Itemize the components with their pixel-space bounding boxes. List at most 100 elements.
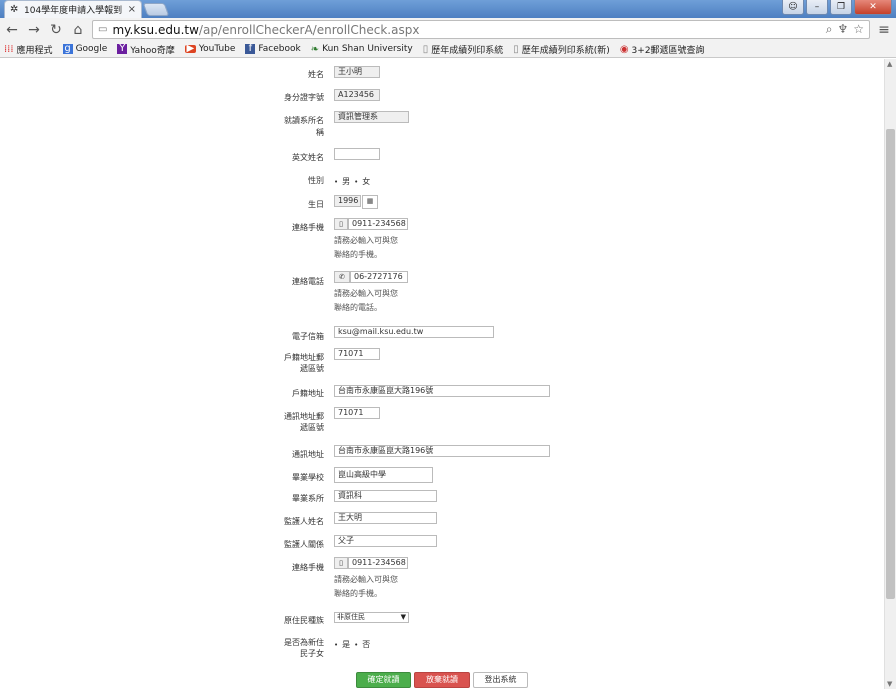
guardian-mobile-field[interactable]: 0911-234568 bbox=[348, 557, 408, 569]
new-immigrant-label: 是否為新住民子女 bbox=[284, 638, 324, 658]
department-label: 就讀系所名稱 bbox=[284, 116, 324, 137]
address-bar[interactable]: ▭ my.ksu.edu.tw/ap/enrollCheckerA/enroll… bbox=[92, 20, 870, 39]
google-icon: g bbox=[62, 43, 73, 54]
forward-arrow-icon[interactable]: → bbox=[26, 22, 42, 38]
aboriginal-label: 原住民種族 bbox=[284, 616, 324, 625]
name-field[interactable]: 王小明 bbox=[334, 66, 380, 78]
grad-dept-field[interactable]: 資訊科 bbox=[334, 490, 437, 502]
round-icon: ◉ bbox=[619, 43, 629, 55]
scroll-up-arrow-icon[interactable]: ▲ bbox=[887, 60, 892, 68]
give-up-enroll-button[interactable]: 放棄就讀 bbox=[414, 672, 470, 688]
guardian-name-field[interactable]: 王大明 bbox=[334, 512, 437, 524]
youtube-icon: ▶ bbox=[184, 43, 196, 54]
phone-label: 連絡電話 bbox=[292, 277, 324, 286]
bookmark-grades[interactable]: ▯ 歷年成績列印系統 bbox=[423, 43, 504, 56]
page-viewport: 姓名 王小明 身分證字號 A123456 就讀系所名稱 資訊管理系 英文姓名 性… bbox=[0, 59, 884, 689]
radio-female-icon[interactable]: • bbox=[354, 176, 358, 188]
aboriginal-select[interactable]: 非原住民 ▼ bbox=[334, 612, 409, 623]
reg-zip-field[interactable]: 71071 bbox=[334, 348, 380, 360]
bookmark-youtube[interactable]: ▶ YouTube bbox=[184, 43, 235, 54]
bookmark-zipcode[interactable]: ◉ 3+2郵遞區號查詢 bbox=[620, 43, 705, 56]
radio-yes-icon[interactable]: • bbox=[334, 639, 338, 651]
reg-address-label: 戶籍地址 bbox=[292, 389, 324, 398]
mail-address-field[interactable]: 台南市永康區崑大路196號 bbox=[334, 445, 550, 457]
pin-icon[interactable]: ♆ bbox=[837, 22, 848, 37]
guardian-mobile-phone-icon: ▯ bbox=[334, 557, 348, 569]
dropdown-caret-icon: ▼ bbox=[400, 613, 406, 621]
bookmark-google[interactable]: g Google bbox=[62, 43, 107, 54]
telephone-icon: ✆ bbox=[334, 271, 350, 283]
english-name-label: 英文姓名 bbox=[292, 153, 324, 162]
guardian-mobile-hint-1: 請務必輸入可與您 bbox=[334, 575, 398, 584]
logout-button[interactable]: 登出系統 bbox=[473, 672, 528, 688]
minimize-icon[interactable]: – bbox=[806, 0, 828, 15]
window-controls: ☺ – ❐ ✕ bbox=[782, 0, 892, 15]
birthday-field[interactable]: 1996 bbox=[334, 195, 361, 207]
reload-icon[interactable]: ↻ bbox=[48, 22, 64, 38]
bookmark-yahoo[interactable]: Y Yahoo奇摩 bbox=[117, 43, 175, 56]
mobile-phone-icon: ▯ bbox=[334, 218, 348, 230]
bookmark-facebook[interactable]: f Facebook bbox=[245, 44, 301, 54]
home-icon[interactable]: ⌂ bbox=[70, 22, 86, 38]
bookmark-apps[interactable]: ⁞⁞⁞ 應用程式 bbox=[4, 43, 53, 56]
mobile-field[interactable]: 0911-234568 bbox=[348, 218, 408, 230]
flower-favicon-icon: ✲ bbox=[10, 3, 19, 15]
calendar-icon[interactable]: ▦ bbox=[362, 195, 378, 209]
browser-tab[interactable]: ✲ 104學年度申請入學報到 × bbox=[4, 0, 142, 18]
back-arrow-icon[interactable]: ← bbox=[4, 22, 20, 38]
radio-no-icon[interactable]: • bbox=[354, 639, 358, 651]
menu-icon[interactable]: ≡ bbox=[876, 22, 892, 38]
guardian-mobile-hint-2: 聯絡的手機。 bbox=[334, 589, 382, 598]
page-info-icon[interactable]: ▭ bbox=[98, 24, 107, 35]
star-bookmark-icon[interactable]: ☆ bbox=[853, 22, 864, 37]
facebook-icon: f bbox=[245, 44, 256, 54]
browser-toolbar: ← → ↻ ⌂ ▭ my.ksu.edu.tw/ap/enrollChecker… bbox=[0, 18, 896, 41]
mail-zip-field[interactable]: 71071 bbox=[334, 407, 380, 419]
id-number-field[interactable]: A123456 bbox=[334, 89, 380, 101]
scroll-down-arrow-icon[interactable]: ▼ bbox=[887, 680, 892, 688]
email-label: 電子信箱 bbox=[292, 332, 324, 341]
gender-radio-group: • 男 • 女 bbox=[334, 176, 371, 188]
tab-title: 104學年度申請入學報到 bbox=[24, 6, 123, 16]
new-immigrant-radio-group: • 是 • 否 bbox=[334, 639, 371, 651]
email-field[interactable]: ksu@mail.ksu.edu.tw bbox=[334, 326, 494, 338]
birthday-label: 生日 bbox=[308, 200, 324, 209]
restore-icon[interactable]: ❐ bbox=[830, 0, 852, 15]
tab-close-icon[interactable]: × bbox=[128, 4, 136, 15]
guardian-relation-field[interactable]: 父子 bbox=[334, 535, 437, 547]
department-field[interactable]: 資訊管理系 bbox=[334, 111, 409, 123]
guardian-mobile-label: 連絡手機 bbox=[292, 563, 324, 572]
confirm-enroll-button[interactable]: 確定就讀 bbox=[356, 672, 411, 688]
phone-hint-2: 聯絡的電話。 bbox=[334, 303, 382, 312]
phone-field[interactable]: 06-2727176 bbox=[350, 271, 408, 283]
aboriginal-selected-value: 非原住民 bbox=[337, 613, 365, 621]
close-window-icon[interactable]: ✕ bbox=[854, 0, 892, 15]
page-icon: ▯ bbox=[513, 43, 519, 55]
mobile-label: 連絡手機 bbox=[292, 223, 324, 232]
window-titlebar: ✲ 104學年度申請入學報到 × ☺ – ❐ ✕ bbox=[0, 0, 896, 18]
yahoo-icon: Y bbox=[117, 43, 128, 54]
radio-male-icon[interactable]: • bbox=[334, 176, 338, 188]
mail-address-label: 通訊地址 bbox=[292, 450, 324, 459]
scrollbar-thumb[interactable] bbox=[886, 129, 895, 599]
guardian-relation-label: 監護人關係 bbox=[284, 540, 324, 549]
guardian-name-label: 監護人姓名 bbox=[284, 517, 324, 526]
english-name-field[interactable] bbox=[334, 148, 380, 160]
bookmark-grades-new[interactable]: ▯ 歷年成績列印系統(新) bbox=[513, 43, 610, 56]
bookmark-ksu[interactable]: ❧ Kun Shan University bbox=[311, 44, 413, 55]
reg-zip-label: 戶籍地址郵遞區號 bbox=[284, 353, 324, 373]
new-tab-button[interactable] bbox=[142, 3, 170, 16]
phone-hint-1: 請務必輸入可與您 bbox=[334, 289, 398, 298]
page-icon: ▯ bbox=[422, 43, 429, 55]
mobile-hint-1: 請務必輸入可與您 bbox=[334, 236, 398, 245]
grad-school-field[interactable]: 崑山高級中學 bbox=[334, 467, 433, 483]
reg-address-field[interactable]: 台南市永康區崑大路196號 bbox=[334, 385, 550, 397]
search-icon[interactable]: ⌕ bbox=[826, 22, 833, 37]
account-icon[interactable]: ☺ bbox=[782, 0, 804, 15]
url-text: my.ksu.edu.tw/ap/enrollCheckerA/enrollCh… bbox=[112, 22, 420, 37]
grad-dept-label: 畢業系所 bbox=[292, 494, 324, 503]
grad-school-label: 畢業學校 bbox=[292, 473, 324, 482]
ksu-icon: ❧ bbox=[310, 43, 320, 55]
gender-label: 性別 bbox=[308, 176, 324, 185]
vertical-scrollbar[interactable]: ▲ ▼ bbox=[884, 59, 896, 689]
